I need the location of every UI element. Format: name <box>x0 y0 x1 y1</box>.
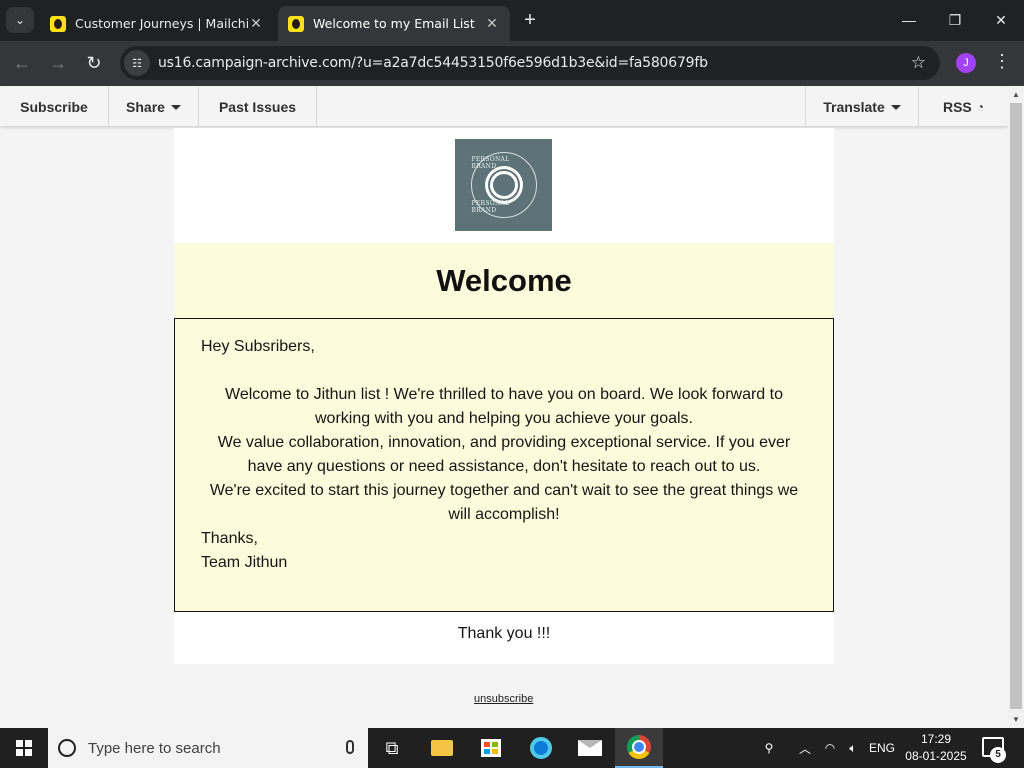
subscribe-label: Subscribe <box>20 99 88 115</box>
kebab-icon[interactable]: ⋮ <box>992 51 1012 75</box>
tab-customer-journeys[interactable]: Customer Journeys | Mailchimp ✕ <box>40 6 274 41</box>
reload-icon: ↻ <box>86 52 102 73</box>
email-container: PERSONAL BRAND PERSONAL BRAND Welcome He… <box>174 128 834 664</box>
url-text[interactable]: us16.campaign-archive.com/?u=a2a7dc54453… <box>158 55 708 71</box>
arrow-right-icon: → <box>49 52 67 73</box>
windows-logo-icon <box>16 740 32 756</box>
close-icon[interactable]: ✕ <box>484 16 500 32</box>
chrome-icon <box>627 735 651 759</box>
campaign-nav-bar: Subscribe Share Past Issues Translate RS… <box>0 87 1008 127</box>
mailchimp-favicon-icon <box>50 15 66 32</box>
start-button[interactable] <box>0 728 48 768</box>
folder-icon <box>431 740 453 756</box>
translate-dropdown[interactable]: Translate <box>805 87 918 127</box>
window-close-button[interactable]: ✕ <box>978 0 1024 40</box>
rss-label: RSS <box>942 99 972 115</box>
address-bar[interactable]: ☷ us16.campaign-archive.com/?u=a2a7dc544… <box>120 46 940 80</box>
clock-date: 08-01-2025 <box>905 749 967 763</box>
minimize-icon: — <box>902 12 916 28</box>
caret-down-icon <box>890 104 901 110</box>
search-icon <box>58 739 76 757</box>
mail-button[interactable] <box>566 728 614 768</box>
forward-button[interactable]: → <box>44 49 72 77</box>
caret-down-icon <box>170 104 181 110</box>
personal-brand-logo: PERSONAL BRAND PERSONAL BRAND <box>455 139 552 231</box>
share-dropdown[interactable]: Share <box>109 87 199 127</box>
tab-welcome-email-list[interactable]: Welcome to my Email List ✕ <box>278 6 510 41</box>
microphone-icon[interactable] <box>346 740 354 754</box>
person-icon <box>484 166 523 204</box>
paragraph-excited: We're excited to start this journey toge… <box>209 482 799 523</box>
clock-time: 17:29 <box>920 732 952 746</box>
plus-icon: + <box>524 9 536 31</box>
page-scrollbar[interactable]: ▲ ▼ <box>1008 87 1024 728</box>
file-explorer-button[interactable] <box>418 728 466 768</box>
taskbar-search-box[interactable]: Type here to search <box>48 728 368 768</box>
past-issues-link[interactable]: Past Issues <box>199 87 317 127</box>
chrome-button[interactable] <box>615 728 663 768</box>
paragraph-welcome: Welcome to Jithun list ! We're thrilled … <box>225 386 783 427</box>
task-view-button[interactable]: ⧉ <box>368 728 416 768</box>
star-icon[interactable]: ☆ <box>911 53 926 73</box>
site-info-button[interactable]: ☷ <box>124 50 150 76</box>
store-icon <box>481 739 501 757</box>
subscribe-link[interactable]: Subscribe <box>0 87 109 127</box>
people-icon[interactable]: ⚲ <box>756 728 782 768</box>
new-tab-button[interactable]: + <box>518 8 542 32</box>
tab-title: Welcome to my Email List <box>313 16 475 31</box>
minimize-button[interactable]: — <box>886 0 932 40</box>
logo-ring: PERSONAL BRAND PERSONAL BRAND <box>470 152 537 218</box>
chevron-up-icon[interactable]: ︿ <box>794 728 816 768</box>
back-button[interactable]: ← <box>8 49 36 77</box>
scrollbar-thumb[interactable] <box>1010 103 1022 709</box>
restore-icon: ❐ <box>948 11 962 28</box>
edge-icon <box>530 737 552 759</box>
profile-avatar[interactable]: J <box>956 53 976 73</box>
share-label: Share <box>126 99 165 115</box>
windows-taskbar: Type here to search ⧉ ⚲ ︿ ◠ 🔈︎ ENG 17:29… <box>0 728 1024 768</box>
tune-icon: ☷ <box>132 57 142 70</box>
message-box: Hey Subsribers, Welcome to Jithun list !… <box>174 318 834 612</box>
chevron-down-icon: ⌄ <box>14 13 26 27</box>
language-indicator[interactable]: ENG <box>866 728 898 768</box>
past-issues-label: Past Issues <box>218 99 297 115</box>
volume-icon[interactable]: 🔈︎ <box>842 728 864 768</box>
close-icon[interactable]: ✕ <box>248 16 264 32</box>
mail-icon <box>578 740 602 756</box>
paragraph-values: We value collaboration, innovation, and … <box>217 434 791 475</box>
thank-you-text: Thank you !!! <box>457 625 551 642</box>
welcome-header-band: Welcome <box>174 243 834 318</box>
task-view-icon: ⧉ <box>385 737 399 758</box>
arrow-left-icon: ← <box>13 52 31 73</box>
tab-search-button[interactable]: ⌄ <box>6 7 34 33</box>
wifi-icon[interactable]: ◠ <box>820 728 840 768</box>
browser-tab-strip: ⌄ Customer Journeys | Mailchimp ✕ Welcom… <box>0 0 1024 41</box>
greeting-text: Hey Subsribers, <box>201 338 315 355</box>
signature-text: Team Jithun <box>201 554 288 571</box>
mailchimp-favicon-icon <box>288 15 304 32</box>
closing-text: Thanks, <box>201 530 258 547</box>
notification-count-badge: 5 <box>990 747 1006 763</box>
close-icon: ✕ <box>995 11 1007 28</box>
edge-button[interactable] <box>517 728 565 768</box>
logo-text-top: PERSONAL BRAND <box>471 156 510 170</box>
search-placeholder: Type here to search <box>88 739 221 757</box>
translate-label: Translate <box>823 99 885 115</box>
logo-text-bottom: PERSONAL BRAND <box>471 200 510 214</box>
clock[interactable]: 17:29 08-01-2025 <box>900 731 972 765</box>
rss-icon: ◔ <box>976 100 985 114</box>
unsubscribe-link[interactable]: unsubscribe <box>474 693 533 705</box>
reload-button[interactable]: ↻ <box>80 49 108 77</box>
scroll-up-arrow-icon[interactable]: ▲ <box>1011 90 1021 100</box>
restore-button[interactable]: ❐ <box>932 0 978 40</box>
browser-toolbar: ← → ↻ ☷ us16.campaign-archive.com/?u=a2a… <box>0 41 1024 86</box>
tab-title: Customer Journeys | Mailchimp <box>75 16 248 31</box>
email-title: Welcome <box>436 262 572 298</box>
scroll-down-arrow-icon[interactable]: ▼ <box>1011 715 1021 725</box>
rss-link[interactable]: RSS ◔ <box>918 87 1008 127</box>
microsoft-store-button[interactable] <box>467 728 515 768</box>
